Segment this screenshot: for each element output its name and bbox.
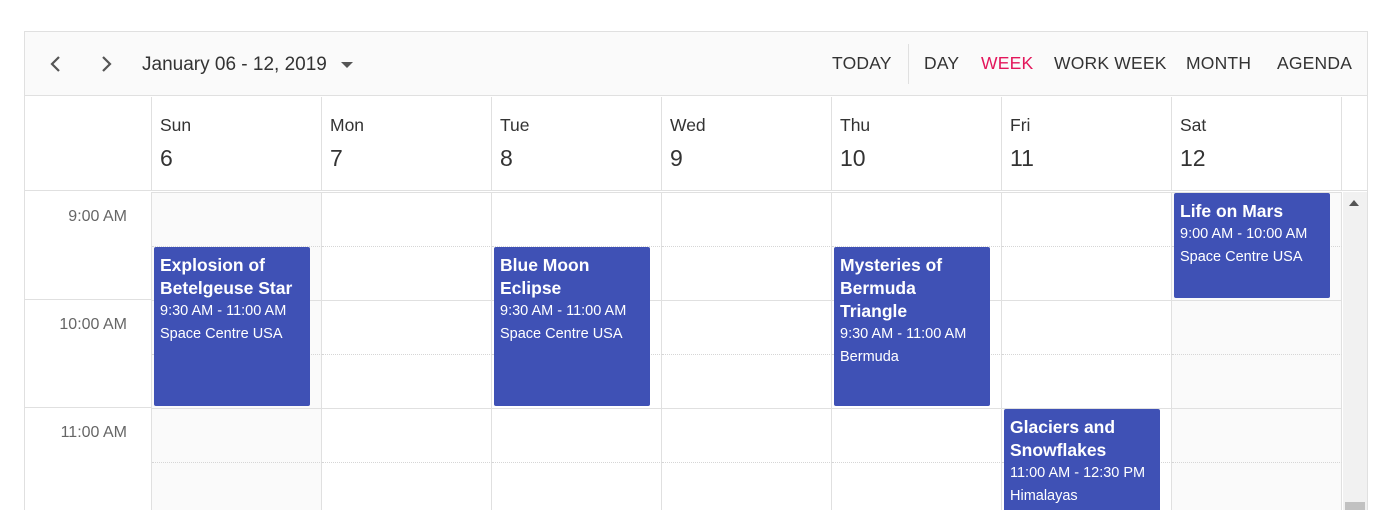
work-cell[interactable] (152, 462, 322, 510)
view-agenda-button[interactable]: AGENDA (1277, 53, 1352, 77)
appointment-subject: Blue Moon Eclipse (500, 255, 590, 298)
time-cell: 10:00 AM (25, 300, 152, 408)
work-cell[interactable] (322, 246, 492, 300)
day-header-sat[interactable]: Sat 12 (1172, 97, 1342, 191)
work-cell[interactable] (1002, 246, 1172, 300)
time-cell: 11:00 AM (25, 408, 152, 510)
work-cell[interactable] (1002, 300, 1172, 354)
appointment[interactable]: Explosion of Betelgeuse Star 9:30 AM - 1… (154, 247, 310, 406)
view-work-week-button[interactable]: WORK WEEK (1054, 53, 1167, 77)
day-date[interactable]: 7 (330, 145, 343, 172)
appointment-location: Space Centre USA (160, 326, 283, 342)
work-cell[interactable] (1172, 408, 1342, 462)
work-cell[interactable] (492, 192, 662, 246)
day-header-mon[interactable]: Mon 7 (322, 97, 492, 191)
work-cell[interactable] (662, 192, 832, 246)
chevron-left-icon (50, 56, 60, 72)
work-cell[interactable] (322, 408, 492, 462)
day-header-fri[interactable]: Fri 11 (1002, 97, 1172, 191)
work-cell[interactable] (492, 408, 662, 462)
scroll-up-arrow-icon[interactable] (1349, 200, 1359, 206)
day-header-tue[interactable]: Tue 8 (492, 97, 662, 191)
appointment[interactable]: Glaciers and Snowflakes 11:00 AM - 12:30… (1004, 409, 1160, 510)
toolbar-separator (908, 44, 909, 84)
appointment-subject: Life on Mars (1180, 201, 1284, 221)
day-name: Sun (160, 115, 192, 135)
work-cell[interactable] (662, 246, 832, 300)
time-label: 9:00 AM (68, 208, 127, 225)
appointment-time: 11:00 AM - 12:30 PM (1010, 465, 1146, 481)
toolbar: January 06 - 12, 2019 TODAY DAY WEEK WOR… (25, 32, 1367, 96)
appointment-time: 9:30 AM - 11:00 AM (500, 303, 627, 319)
time-divider (25, 407, 152, 408)
work-cell[interactable] (832, 408, 1002, 462)
day-date[interactable]: 12 (1180, 145, 1206, 172)
work-cell[interactable] (322, 192, 492, 246)
work-cell[interactable] (322, 354, 492, 408)
day-name: Wed (670, 115, 706, 135)
appointment[interactable]: Blue Moon Eclipse 9:30 AM - 11:00 AM Spa… (494, 247, 650, 406)
appointment-location: Space Centre USA (1180, 249, 1303, 265)
vertical-scrollbar[interactable] (1343, 192, 1367, 510)
view-day-button[interactable]: DAY (924, 53, 959, 77)
appointment-location: Himalayas (1010, 488, 1078, 504)
caret-down-icon (340, 62, 353, 68)
day-date[interactable]: 9 (670, 145, 683, 172)
header-corner-cell (25, 97, 152, 191)
work-cell[interactable] (1172, 354, 1342, 408)
date-header-row: Sun 6 Mon 7 Tue 8 Wed 9 Thu 10 Fri 11 Sa… (25, 97, 1367, 191)
work-cell[interactable] (322, 300, 492, 354)
work-cell[interactable] (1172, 300, 1342, 354)
day-date[interactable]: 6 (160, 145, 173, 172)
day-header-sun[interactable]: Sun 6 (152, 97, 322, 191)
work-cell[interactable] (1002, 192, 1172, 246)
work-cell[interactable] (322, 462, 492, 510)
date-range-label: January 06 - 12, 2019 (142, 54, 327, 75)
day-header-wed[interactable]: Wed 9 (662, 97, 832, 191)
work-cell[interactable] (1002, 354, 1172, 408)
work-cell[interactable] (662, 408, 832, 462)
appointment[interactable]: Mysteries of Bermuda Triangle 9:30 AM - … (834, 247, 990, 406)
appointment[interactable]: Life on Mars 9:00 AM - 10:00 AM Space Ce… (1174, 193, 1330, 298)
work-cell[interactable] (152, 192, 322, 246)
date-range-picker[interactable]: January 06 - 12, 2019 (142, 52, 353, 78)
time-divider (25, 299, 152, 300)
day-name: Tue (500, 115, 530, 135)
work-cell[interactable] (1172, 462, 1342, 510)
time-label: 11:00 AM (60, 424, 127, 441)
day-date[interactable]: 10 (840, 145, 866, 172)
day-name: Sat (1180, 115, 1207, 135)
view-month-button[interactable]: MONTH (1186, 53, 1251, 77)
time-cell: 9:00 AM (25, 192, 152, 300)
work-cell[interactable] (832, 462, 1002, 510)
appointment-subject: Glaciers and Snowflakes (1010, 417, 1116, 460)
work-cell[interactable] (832, 192, 1002, 246)
time-label: 10:00 AM (59, 316, 127, 333)
work-cell[interactable] (662, 462, 832, 510)
day-header-thu[interactable]: Thu 10 (832, 97, 1002, 191)
appointment-location: Space Centre USA (500, 326, 623, 342)
appointment-time: 9:30 AM - 11:00 AM (840, 326, 967, 342)
next-button[interactable] (92, 50, 120, 78)
appointment-subject: Mysteries of Bermuda Triangle (840, 255, 943, 321)
appointment-subject: Explosion of Betelgeuse Star (160, 255, 293, 298)
day-date[interactable]: 11 (1010, 145, 1034, 172)
appointment-location: Bermuda (840, 349, 899, 365)
day-date[interactable]: 8 (500, 145, 513, 172)
day-name: Mon (330, 115, 365, 135)
scheduler: January 06 - 12, 2019 TODAY DAY WEEK WOR… (24, 31, 1368, 510)
previous-button[interactable] (42, 50, 70, 78)
work-cell[interactable] (152, 408, 322, 462)
view-week-button[interactable]: WEEK (981, 53, 1033, 77)
work-cell[interactable] (492, 462, 662, 510)
appointment-time: 9:00 AM - 10:00 AM (1180, 226, 1308, 242)
work-cell[interactable] (662, 354, 832, 408)
day-name: Thu (840, 115, 871, 135)
work-cell[interactable] (662, 300, 832, 354)
day-name: Fri (1010, 115, 1031, 135)
chevron-right-icon (102, 56, 112, 72)
appointment-time: 9:30 AM - 11:00 AM (160, 303, 287, 319)
scrollbar-thumb[interactable] (1345, 502, 1365, 510)
today-button[interactable]: TODAY (832, 53, 892, 77)
